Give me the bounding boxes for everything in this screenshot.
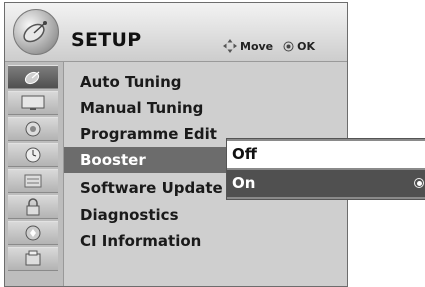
ok-button-icon <box>283 41 294 51</box>
navigation-hint: Move OK <box>223 39 315 53</box>
category-satellite-dish-icon[interactable] <box>8 65 58 89</box>
menu-item-manual-tuning[interactable]: Manual Tuning <box>64 95 347 121</box>
category-clock-icon[interactable] <box>8 143 58 167</box>
category-usb-icon[interactable] <box>8 247 58 271</box>
category-speaker-icon[interactable] <box>8 117 58 141</box>
radio-selected-icon <box>414 178 424 188</box>
option-on-label: On <box>232 174 256 192</box>
category-lock-icon[interactable] <box>8 195 58 219</box>
ok-hint-label: OK <box>297 39 316 53</box>
satellite-dish-icon <box>13 9 59 55</box>
move-hint-label: Move <box>240 39 274 53</box>
booster-options-popup: Off On <box>226 138 425 200</box>
page-title: SETUP <box>71 29 142 51</box>
option-on[interactable]: On <box>227 170 425 197</box>
move-arrows-icon <box>223 39 237 53</box>
category-settings-icon[interactable] <box>8 169 58 193</box>
option-off-label: Off <box>232 145 257 163</box>
category-network-icon[interactable] <box>8 221 58 245</box>
menu-item-ci-information[interactable]: CI Information <box>64 228 347 254</box>
category-picture-icon[interactable] <box>8 91 58 115</box>
menu-header: SETUP Move OK <box>5 3 347 62</box>
option-off[interactable]: Off <box>227 141 425 168</box>
category-sidebar <box>5 62 64 286</box>
menu-item-auto-tuning[interactable]: Auto Tuning <box>64 69 347 95</box>
menu-item-diagnostics[interactable]: Diagnostics <box>64 202 347 228</box>
